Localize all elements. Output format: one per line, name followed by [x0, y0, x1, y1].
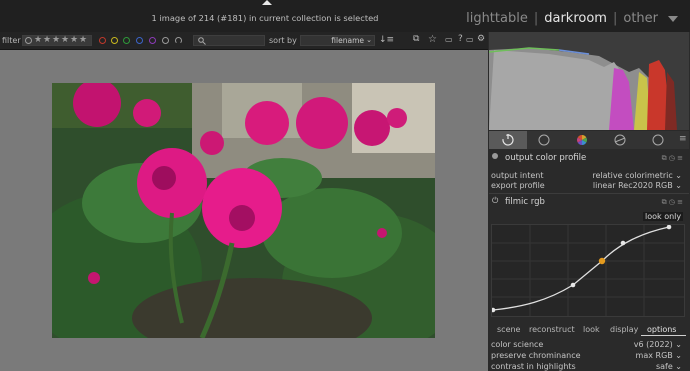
- collapse-top-panel-arrow-icon[interactable]: [262, 0, 272, 5]
- filmic-curve: [490, 224, 684, 316]
- shortcuts-icon[interactable]: ▭: [466, 35, 474, 44]
- sort-label: sort by: [269, 36, 297, 45]
- tab-options[interactable]: options: [647, 325, 676, 334]
- view-other[interactable]: other: [623, 11, 658, 26]
- views-dropdown-icon[interactable]: [668, 15, 678, 22]
- menu-icon[interactable]: ≡: [679, 134, 687, 144]
- sort-select[interactable]: filename ⌄: [300, 35, 375, 46]
- export-profile-value[interactable]: linear Rec2020 RGB ⌄: [593, 181, 682, 190]
- tab-active-modules[interactable]: [489, 131, 527, 149]
- histogram[interactable]: [489, 32, 689, 130]
- preserve-chrominance-label: preserve chrominance: [491, 351, 581, 360]
- export-profile-row[interactable]: export profile linear Rec2020 RGB ⌄: [491, 181, 686, 190]
- contrast-highlights-label: contrast in highlights: [491, 362, 576, 371]
- tab-base-modules[interactable]: [527, 131, 565, 149]
- color-label-gray-icon[interactable]: [162, 37, 169, 44]
- sort-value: filename: [331, 36, 364, 45]
- star-icon[interactable]: ★: [52, 35, 60, 45]
- view-separator: |: [533, 11, 539, 26]
- tab-effect-modules[interactable]: [641, 131, 679, 149]
- module-controls-icon[interactable]: ⧉ ◷ ≡: [662, 198, 683, 207]
- output-intent-value[interactable]: relative colorimetric ⌄: [592, 171, 682, 180]
- contrast-highlights-value[interactable]: safe ⌄: [656, 362, 682, 371]
- export-profile-label: export profile: [491, 181, 545, 190]
- view-separator: |: [612, 11, 618, 26]
- color-label-blue-icon[interactable]: [136, 37, 143, 44]
- selection-status: 1 image of 214 (#181) in current collect…: [151, 13, 379, 23]
- color-label-red-icon[interactable]: [99, 37, 106, 44]
- view-lighttable[interactable]: lighttable: [466, 11, 528, 26]
- module-enabled-icon[interactable]: [492, 153, 498, 159]
- circle-icon: [538, 134, 550, 146]
- color-science-row[interactable]: color science v6 (2022) ⌄: [491, 340, 686, 349]
- filmic-tabs: scene reconstruct look display options: [489, 322, 689, 336]
- search-icon: [198, 37, 206, 45]
- gear-icon[interactable]: ⚙: [477, 34, 485, 44]
- color-label-yellow-icon[interactable]: [111, 37, 118, 44]
- filter-label: filter: [2, 36, 21, 45]
- color-science-label: color science: [491, 340, 544, 349]
- filmic-curve-graph[interactable]: [490, 224, 685, 317]
- help-icon[interactable]: ?: [458, 34, 463, 44]
- view-darkroom[interactable]: darkroom: [544, 11, 607, 26]
- active-tab-underline: [641, 335, 686, 336]
- rating-filter[interactable]: ★ ★ ★ ★ ★ ★: [22, 35, 92, 46]
- module-header-filmic-rgb[interactable]: ⏻ filmic rgb ⧉ ◷ ≡: [489, 196, 689, 210]
- tab-look[interactable]: look: [583, 325, 600, 334]
- overlays-icon[interactable]: ⧉: [413, 34, 419, 44]
- output-intent-label: output intent: [491, 171, 544, 180]
- search-input[interactable]: [193, 35, 265, 46]
- histogram-graph: [489, 32, 689, 130]
- look-only-label: look only: [643, 212, 684, 221]
- preserve-chrominance-value[interactable]: max RGB ⌄: [636, 351, 682, 360]
- correct-icon: [614, 134, 626, 146]
- star-icon[interactable]: ★: [70, 35, 78, 45]
- star-icon[interactable]: ★: [61, 35, 69, 45]
- reject-icon[interactable]: [25, 37, 32, 44]
- star-icon[interactable]: ★: [43, 35, 51, 45]
- star-overlay-icon[interactable]: ☆: [428, 34, 437, 45]
- module-controls-icon[interactable]: ⧉ ◷ ≡: [662, 154, 683, 163]
- power-icon[interactable]: ⏻: [492, 196, 498, 206]
- color-label-operator-icon[interactable]: [175, 37, 182, 44]
- tab-color-modules[interactable]: [565, 131, 603, 149]
- circle-icon: [652, 134, 664, 146]
- tab-scene[interactable]: scene: [497, 325, 520, 334]
- color-wheel-icon: [577, 135, 587, 145]
- output-intent-row[interactable]: output intent relative colorimetric ⌄: [491, 171, 686, 180]
- color-label-green-icon[interactable]: [123, 37, 130, 44]
- filter-toolbar: filter ★ ★ ★ ★ ★ ★ sort by filename ⌄ ↓≡…: [0, 32, 488, 50]
- contrast-highlights-row[interactable]: contrast in highlights safe ⌄: [491, 362, 686, 371]
- photo-preview[interactable]: [52, 83, 435, 338]
- grouping-icon[interactable]: ▭: [445, 35, 453, 44]
- module-header-output-color-profile[interactable]: output color profile ⧉ ◷ ≡: [489, 152, 689, 166]
- view-switcher: lighttable | darkroom | other: [466, 11, 678, 26]
- tab-display[interactable]: display: [610, 325, 638, 334]
- preserve-chrominance-row[interactable]: preserve chrominance max RGB ⌄: [491, 351, 686, 360]
- module-group-tabs: ≡: [489, 131, 689, 149]
- chevron-down-icon: ⌄: [366, 36, 372, 44]
- sort-order-icon[interactable]: ↓≡: [379, 35, 394, 45]
- module-title: filmic rgb: [505, 197, 545, 207]
- star-icon[interactable]: ★: [79, 35, 87, 45]
- divider: [489, 193, 689, 194]
- tab-correct-modules[interactable]: [603, 131, 641, 149]
- color-science-value[interactable]: v6 (2022) ⌄: [634, 340, 682, 349]
- power-icon: [502, 134, 514, 146]
- tab-reconstruct[interactable]: reconstruct: [529, 325, 575, 334]
- rose-photo-image: [52, 83, 435, 338]
- color-label-purple-icon[interactable]: [149, 37, 156, 44]
- star-icon[interactable]: ★: [34, 35, 42, 45]
- module-title: output color profile: [505, 153, 587, 163]
